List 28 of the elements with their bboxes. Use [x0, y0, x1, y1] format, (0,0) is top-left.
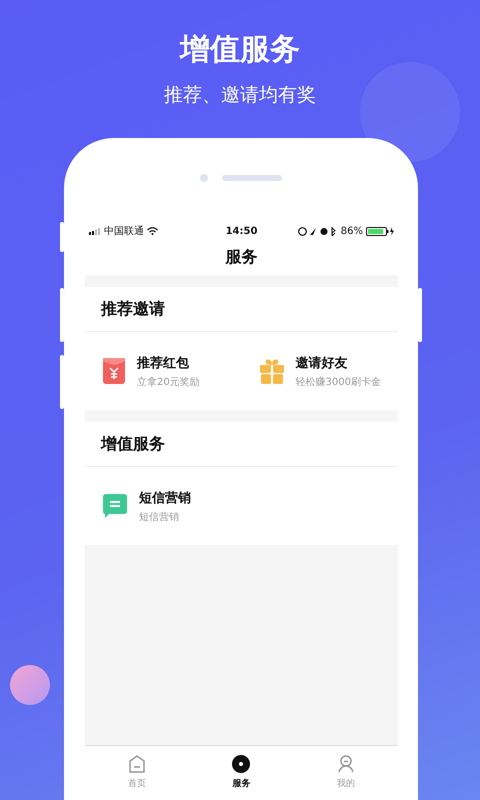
item-subtitle: 短信营销 — [139, 510, 180, 524]
gift-icon — [260, 358, 284, 384]
status-time: 14:50 — [226, 226, 258, 236]
service-icon — [232, 754, 250, 772]
signal-icon — [89, 228, 101, 234]
tab-item[interactable]: 服务 — [189, 746, 294, 798]
background-circle — [10, 665, 50, 705]
nav-title: 服务 — [226, 247, 258, 268]
item-title[interactable]: 短信营销 — [139, 488, 191, 506]
speaker-slot — [222, 175, 282, 181]
item-title[interactable]: 邀请好友 — [296, 354, 381, 372]
wifi-icon — [147, 227, 158, 235]
home-icon — [129, 754, 146, 772]
battery-icon — [366, 226, 394, 236]
item-subtitle: 立拿20元奖励 — [137, 376, 200, 388]
item-title[interactable]: 推荐红包 — [137, 354, 200, 372]
envelope-icon — [103, 358, 125, 384]
message-icon — [103, 494, 127, 518]
carrier-name: 中国联通 — [104, 224, 144, 238]
camera-dot — [200, 174, 208, 182]
battery-percent: 86% — [340, 226, 363, 236]
item-subtitle: 轻松赚3000刷卡金 — [296, 376, 381, 388]
status-icons-drawing — [298, 226, 338, 236]
profile-icon — [338, 754, 354, 772]
promo-subtitle: 推荐、邀请均有奖 — [164, 83, 316, 108]
promo-title: 增值服务 — [180, 31, 300, 69]
section-title: 增值服务 — [101, 434, 165, 454]
section-title: 推荐邀请 — [101, 298, 165, 320]
